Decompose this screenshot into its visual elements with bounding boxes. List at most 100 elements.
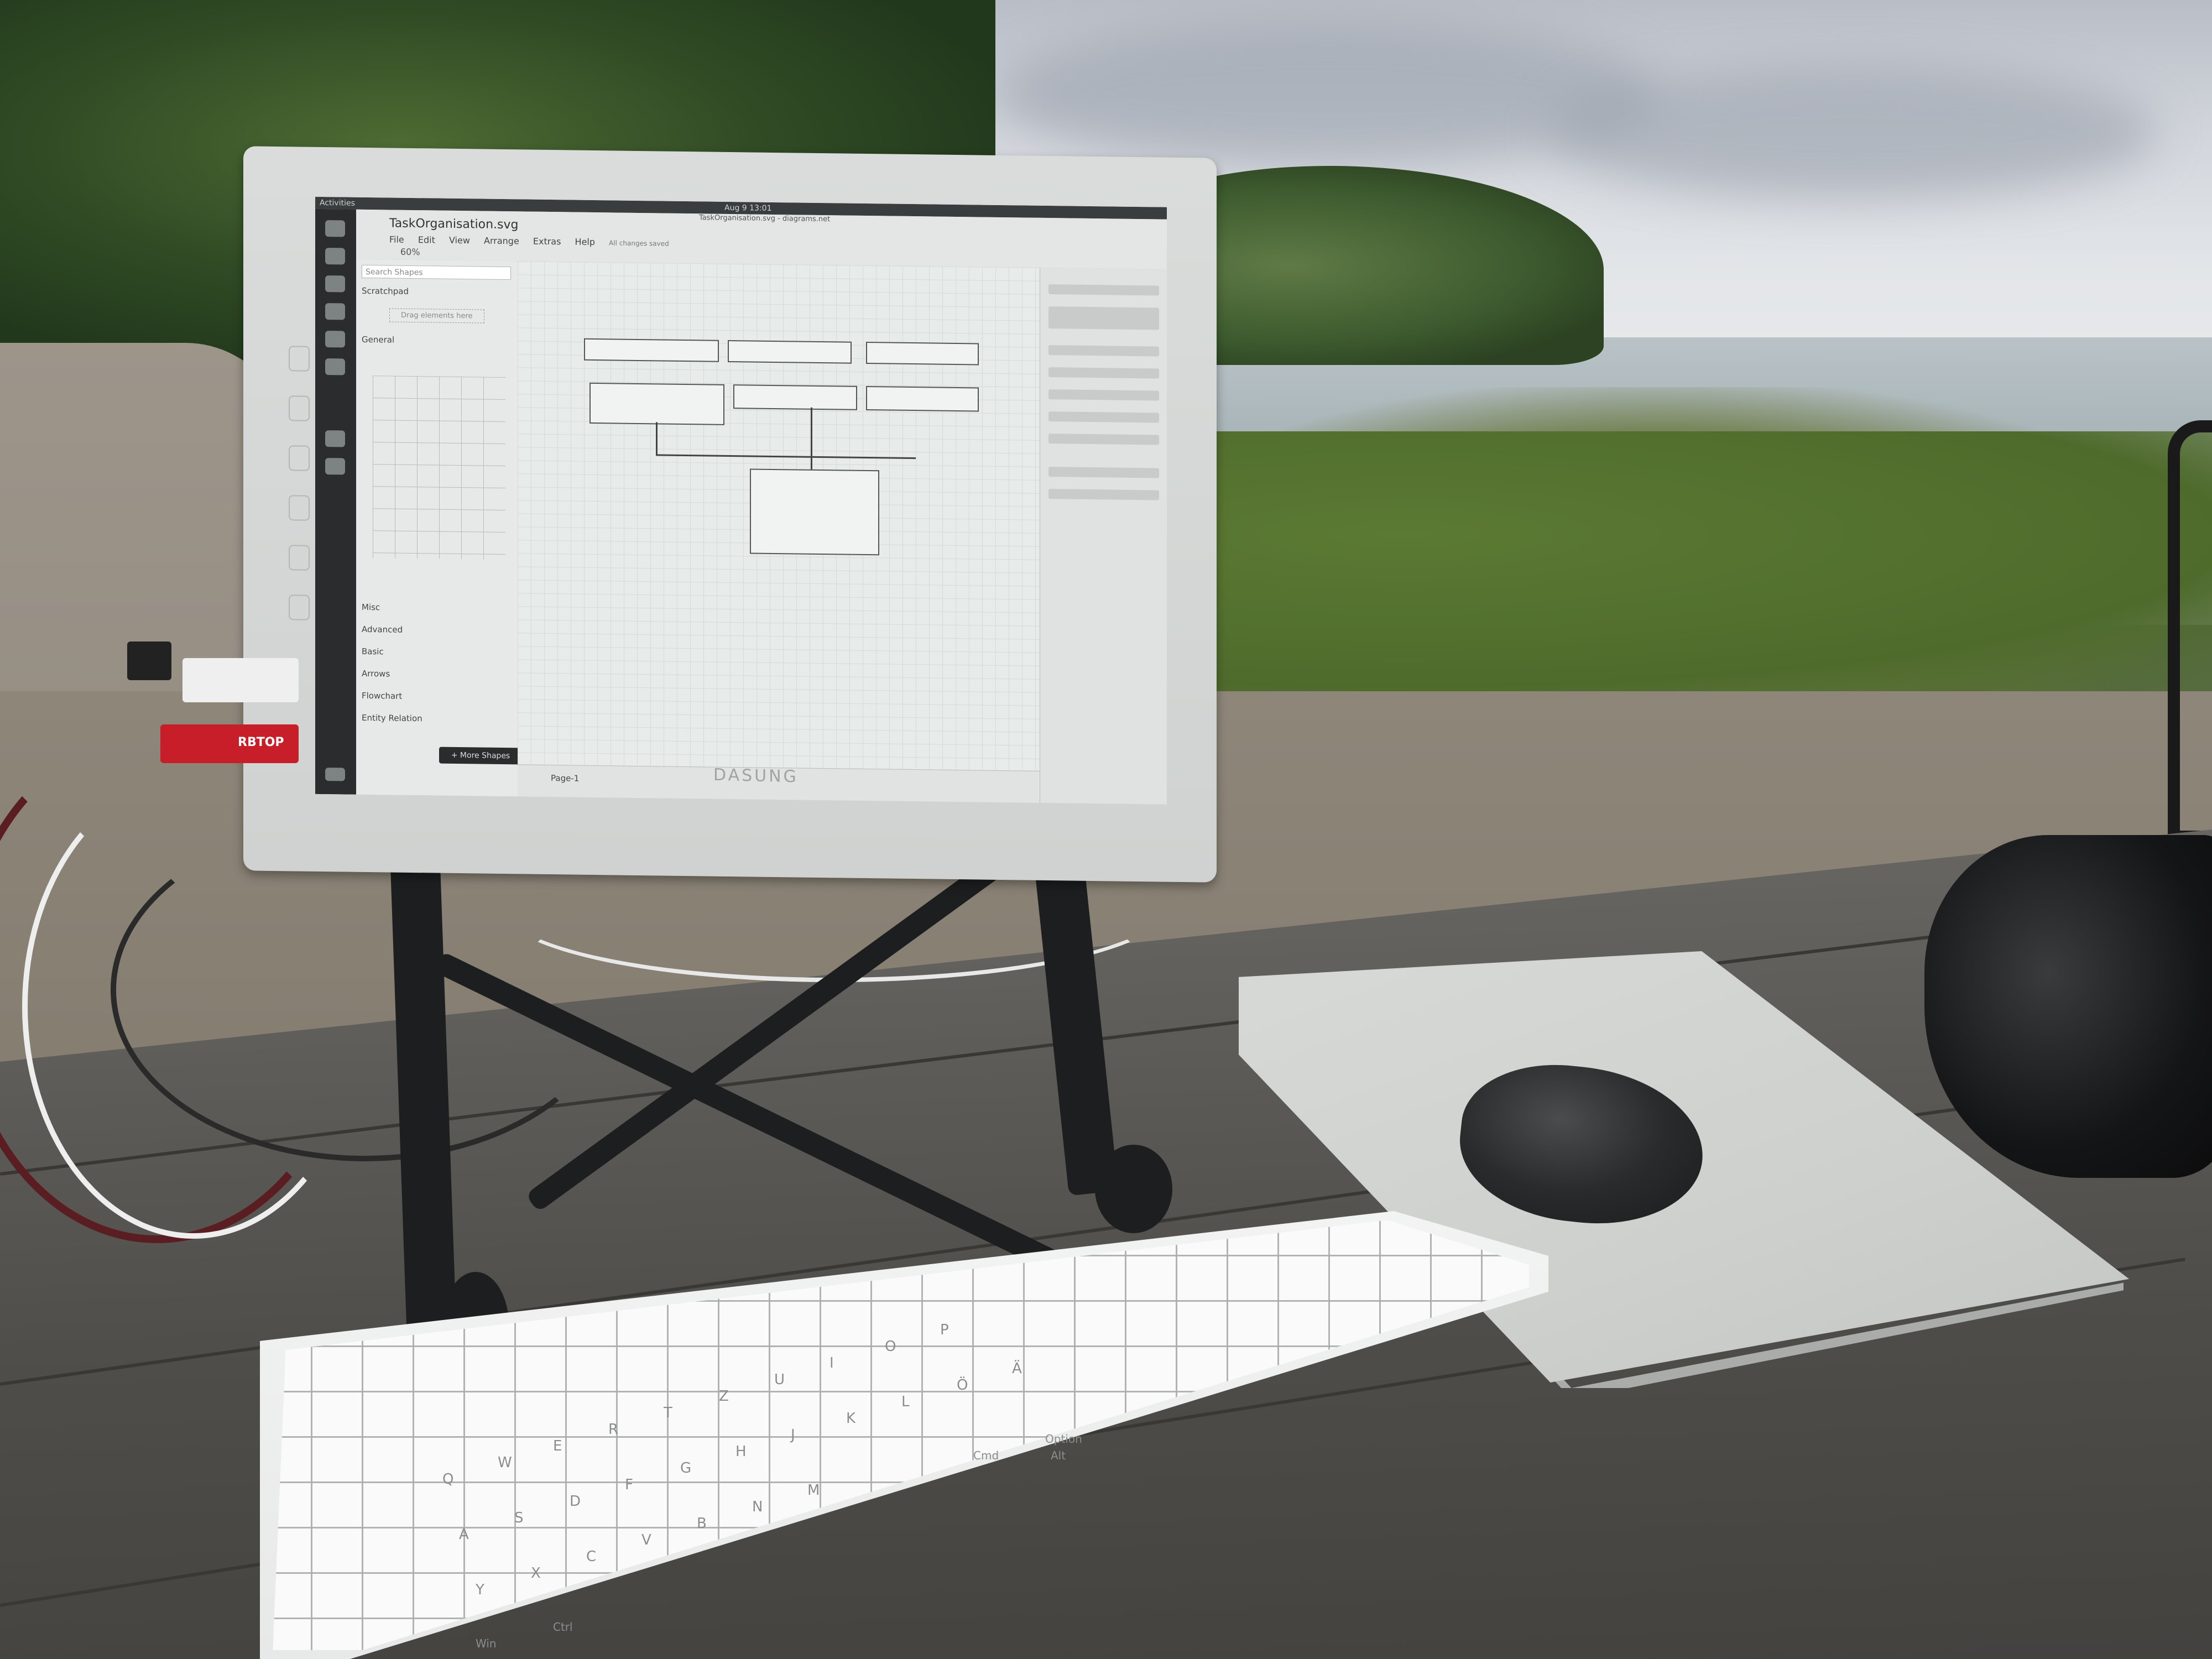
key-b[interactable]: B <box>697 1515 707 1532</box>
format-row[interactable] <box>1048 489 1159 500</box>
format-row[interactable] <box>1048 467 1159 478</box>
clock[interactable]: Aug 9 13:01 <box>724 204 772 213</box>
menu-edit[interactable]: Edit <box>418 234 435 245</box>
connector-line[interactable] <box>656 454 916 460</box>
key-d[interactable]: D <box>570 1493 581 1510</box>
key-v[interactable]: V <box>641 1532 651 1548</box>
key-n[interactable]: N <box>752 1499 763 1515</box>
document-title[interactable]: TaskOrganisation.svg <box>389 216 518 232</box>
monitor-side-button[interactable] <box>289 445 310 471</box>
section-advanced[interactable]: Advanced <box>362 624 403 635</box>
key-i[interactable]: I <box>830 1355 834 1371</box>
diagram-canvas[interactable] <box>518 261 1040 771</box>
section-misc[interactable]: Misc <box>362 602 380 612</box>
section-arrows[interactable]: Arrows <box>362 669 390 679</box>
connector-line[interactable] <box>656 422 658 456</box>
section-entity-relation[interactable]: Entity Relation <box>362 713 422 723</box>
section-general[interactable]: General <box>362 335 394 345</box>
monitor-side-button[interactable] <box>289 594 310 620</box>
shapes-panel: Search Shapes Scratchpad Drag elements h… <box>356 259 522 797</box>
key-win[interactable]: Win <box>476 1637 497 1650</box>
zoom-level[interactable]: 60% <box>400 247 420 257</box>
key-u[interactable]: U <box>774 1371 785 1388</box>
usb-plug <box>127 641 171 680</box>
key-w[interactable]: W <box>498 1454 512 1471</box>
key-alt[interactable]: Alt <box>1051 1449 1066 1462</box>
chair-frame <box>2168 420 2212 843</box>
scratchpad-drop-zone[interactable]: Drag elements here <box>389 308 484 324</box>
more-shapes-button[interactable]: + More Shapes <box>439 747 522 765</box>
format-row[interactable] <box>1048 367 1159 379</box>
key-j[interactable]: J <box>791 1427 795 1443</box>
usb-plug: RBTOP <box>160 724 299 763</box>
menu-arrange[interactable]: Arrange <box>484 236 519 247</box>
activities-label[interactable]: Activities <box>320 199 355 208</box>
key-a-umlaut[interactable]: Ä <box>1012 1360 1022 1377</box>
key-c[interactable]: C <box>586 1548 596 1565</box>
key-p[interactable]: P <box>940 1322 949 1338</box>
gear-icon[interactable] <box>325 458 345 475</box>
key-ctrl[interactable]: Ctrl <box>553 1620 573 1634</box>
search-shapes-input[interactable]: Search Shapes <box>362 264 511 280</box>
diagram-box[interactable] <box>728 340 852 364</box>
key-h[interactable]: H <box>735 1443 747 1460</box>
section-basic[interactable]: Basic <box>362 646 384 656</box>
key-t[interactable]: T <box>664 1405 672 1421</box>
monitor-side-button[interactable] <box>289 495 310 521</box>
diagram-box[interactable] <box>589 382 724 425</box>
chat-icon[interactable] <box>325 303 345 320</box>
disk-icon[interactable] <box>325 331 345 348</box>
monitor-side-button[interactable] <box>289 545 310 571</box>
format-row[interactable] <box>1048 284 1159 296</box>
key-a[interactable]: A <box>459 1526 469 1543</box>
section-flowchart[interactable]: Flowchart <box>362 691 402 701</box>
key-e[interactable]: E <box>553 1438 562 1454</box>
monitor-side-button[interactable] <box>289 395 310 421</box>
key-l[interactable]: L <box>901 1394 910 1410</box>
format-row[interactable] <box>1048 345 1159 357</box>
key-y[interactable]: Y <box>476 1582 484 1598</box>
app-grid-icon[interactable] <box>325 768 345 781</box>
vivaldi-icon[interactable] <box>325 275 345 293</box>
general-shapes-grid[interactable] <box>373 375 505 560</box>
format-row[interactable] <box>1048 411 1159 423</box>
key-z[interactable]: Z <box>719 1388 729 1405</box>
key-g[interactable]: G <box>680 1460 691 1477</box>
folder-icon[interactable] <box>325 220 345 237</box>
key-r[interactable]: R <box>608 1421 618 1438</box>
key-k[interactable]: K <box>846 1410 855 1427</box>
usb-plug <box>182 658 299 702</box>
scratchpad-header[interactable]: Scratchpad <box>362 286 409 296</box>
diagram-box[interactable] <box>733 384 857 410</box>
key-q[interactable]: Q <box>442 1471 453 1488</box>
key-s[interactable]: S <box>514 1510 524 1526</box>
format-row[interactable] <box>1048 389 1159 401</box>
key-m[interactable]: M <box>807 1482 820 1499</box>
toolbar: 60% <box>367 246 420 257</box>
diagram-box[interactable] <box>866 386 979 412</box>
monitor-side-button[interactable] <box>289 346 310 372</box>
menu-extras[interactable]: Extras <box>533 236 561 247</box>
diagram-box[interactable] <box>866 342 979 366</box>
format-row[interactable] <box>1048 306 1159 330</box>
terminal-icon[interactable] <box>325 248 345 265</box>
key-option[interactable]: Option <box>1045 1432 1082 1446</box>
format-row[interactable] <box>1048 434 1159 445</box>
key-cmd[interactable]: Cmd <box>973 1449 999 1462</box>
connector-line[interactable] <box>811 407 812 469</box>
app-dock <box>315 208 356 795</box>
menu-help[interactable]: Help <box>575 237 595 247</box>
photo-scene: Activities Aug 9 13:01 TaskOrganisation.… <box>0 0 2212 1659</box>
key-o[interactable]: O <box>885 1338 896 1355</box>
document-icon[interactable] <box>325 358 345 375</box>
key-f[interactable]: F <box>625 1477 633 1493</box>
key-x[interactable]: X <box>531 1565 541 1582</box>
page-tab[interactable]: Page-1 <box>551 773 579 784</box>
diagram-box[interactable] <box>584 338 719 362</box>
menu-view[interactable]: View <box>449 235 470 246</box>
diagram-box[interactable] <box>750 468 879 556</box>
menu-file[interactable]: File <box>389 234 404 244</box>
diagram-icon[interactable] <box>325 430 345 447</box>
key-o-umlaut[interactable]: Ö <box>957 1377 968 1394</box>
monitor-brand-logo: DASUNG <box>713 765 799 787</box>
